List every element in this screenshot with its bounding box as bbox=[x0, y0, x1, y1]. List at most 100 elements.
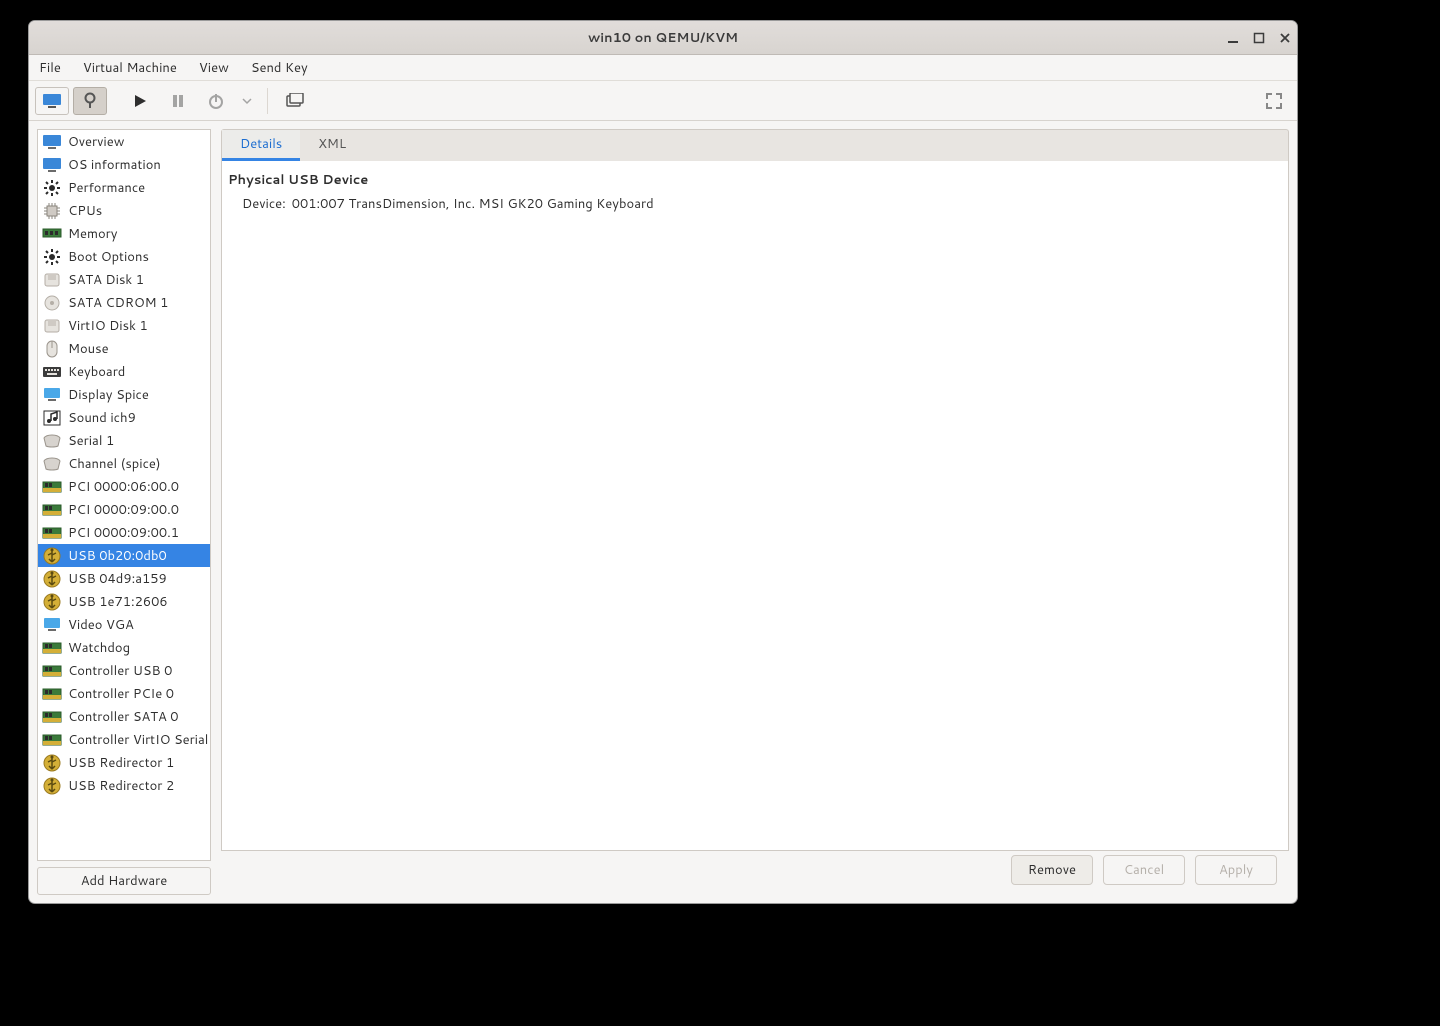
disk-icon bbox=[42, 271, 62, 289]
sidebar-item-label: Channel (spice) bbox=[68, 455, 161, 473]
sidebar-item[interactable]: USB Redirector 1 bbox=[38, 751, 210, 774]
sidebar-item-label: Controller PCIe 0 bbox=[68, 685, 174, 703]
keyboard-icon bbox=[42, 363, 62, 381]
tab-xml[interactable]: XML bbox=[300, 130, 364, 161]
maximize-icon[interactable] bbox=[1253, 32, 1265, 44]
window-controls bbox=[1227, 21, 1291, 54]
sidebar-item[interactable]: Controller USB 0 bbox=[38, 659, 210, 682]
run-button[interactable] bbox=[123, 87, 157, 115]
sidebar-item-label: PCI 0000:09:00.0 bbox=[68, 501, 179, 519]
disk-icon bbox=[42, 317, 62, 335]
sidebar-item[interactable]: USB 1e71:2606 bbox=[38, 590, 210, 613]
sidebar-item[interactable]: Watchdog bbox=[38, 636, 210, 659]
sidebar-item[interactable]: Sound ich9 bbox=[38, 406, 210, 429]
monitor-blue-icon bbox=[42, 133, 62, 151]
sidebar-item[interactable]: PCI 0000:09:00.0 bbox=[38, 498, 210, 521]
sidebar-item[interactable]: Channel (spice) bbox=[38, 452, 210, 475]
menu-file[interactable]: File bbox=[35, 56, 65, 80]
sidebar-item-label: SATA Disk 1 bbox=[68, 271, 144, 289]
fullscreen-button[interactable] bbox=[1257, 87, 1291, 115]
console-view-button[interactable] bbox=[35, 87, 69, 115]
sound-icon bbox=[42, 409, 62, 427]
sidebar-item[interactable]: Video VGA bbox=[38, 613, 210, 636]
serial-icon bbox=[42, 432, 62, 450]
monitor-mini-icon bbox=[42, 616, 62, 634]
sidebar-item[interactable]: Performance bbox=[38, 176, 210, 199]
mouse-icon bbox=[42, 340, 62, 358]
sidebar-item[interactable]: USB 0b20:0db0 bbox=[38, 544, 210, 567]
sidebar-item[interactable]: Keyboard bbox=[38, 360, 210, 383]
device-value: 001:007 TransDimension, Inc. MSI GK20 Ga… bbox=[292, 195, 654, 213]
sidebar-item[interactable]: Serial 1 bbox=[38, 429, 210, 452]
monitor-mini-icon bbox=[42, 386, 62, 404]
gear-icon bbox=[42, 179, 62, 197]
serial-icon bbox=[42, 455, 62, 473]
sidebar-item[interactable]: SATA Disk 1 bbox=[38, 268, 210, 291]
minimize-icon[interactable] bbox=[1227, 32, 1239, 44]
sidebar-item[interactable]: PCI 0000:06:00.0 bbox=[38, 475, 210, 498]
snapshots-button[interactable] bbox=[278, 87, 312, 115]
sidebar-item[interactable]: OS information bbox=[38, 153, 210, 176]
card-icon bbox=[42, 639, 62, 657]
sidebar-item-label: VirtIO Disk 1 bbox=[68, 317, 148, 335]
shutdown-menu-button[interactable] bbox=[237, 87, 257, 115]
pause-button[interactable] bbox=[161, 87, 195, 115]
sidebar-item-label: Mouse bbox=[68, 340, 109, 358]
sidebar-item[interactable]: Memory bbox=[38, 222, 210, 245]
add-hardware-label: Add Hardware bbox=[81, 872, 168, 890]
menu-view[interactable]: View bbox=[195, 56, 233, 80]
tab-details[interactable]: Details bbox=[222, 130, 300, 161]
sidebar-item[interactable]: Controller VirtIO Serial 0 bbox=[38, 728, 210, 751]
sidebar-item-label: Overview bbox=[68, 133, 124, 151]
sidebar-item[interactable]: USB 04d9:a159 bbox=[38, 567, 210, 590]
sidebar-item-label: USB 0b20:0db0 bbox=[68, 547, 167, 565]
card-icon bbox=[42, 708, 62, 726]
hardware-sidebar[interactable]: Overview OS information PerformanceCPUsMem… bbox=[37, 129, 211, 861]
footer: Remove Cancel Apply bbox=[221, 851, 1289, 895]
cancel-button[interactable]: Cancel bbox=[1103, 855, 1185, 885]
close-icon[interactable] bbox=[1279, 32, 1291, 44]
sidebar-item-label: OS information bbox=[68, 156, 161, 174]
sidebar-item-label: PCI 0000:09:00.1 bbox=[68, 524, 179, 542]
main-panel: Details XML Physical USB Device Device: … bbox=[221, 129, 1289, 895]
sidebar-item-label: USB Redirector 2 bbox=[68, 777, 174, 795]
usb-icon bbox=[42, 547, 62, 565]
section-heading: Physical USB Device bbox=[228, 171, 1282, 189]
sidebar-item[interactable]: Boot Options bbox=[38, 245, 210, 268]
sidebar-item[interactable]: Mouse bbox=[38, 337, 210, 360]
sidebar-item-label: Video VGA bbox=[68, 616, 134, 634]
card-icon bbox=[42, 685, 62, 703]
sidebar-item[interactable]: Controller SATA 0 bbox=[38, 705, 210, 728]
details-view-button[interactable] bbox=[73, 87, 107, 115]
add-hardware-button[interactable]: Add Hardware bbox=[37, 867, 211, 895]
usb-icon bbox=[42, 754, 62, 772]
sidebar-item[interactable]: Display Spice bbox=[38, 383, 210, 406]
usb-icon bbox=[42, 777, 62, 795]
sidebar-item[interactable]: PCI 0000:09:00.1 bbox=[38, 521, 210, 544]
sidebar-item[interactable]: SATA CDROM 1 bbox=[38, 291, 210, 314]
sidebar-item[interactable]: VirtIO Disk 1 bbox=[38, 314, 210, 337]
menu-vm[interactable]: Virtual Machine bbox=[79, 56, 181, 80]
vm-details-window: win10 on QEMU/KVM File Virtual Machine V… bbox=[28, 20, 1298, 904]
tabbar: Details XML bbox=[221, 129, 1289, 161]
titlebar: win10 on QEMU/KVM bbox=[29, 21, 1297, 55]
remove-button[interactable]: Remove bbox=[1011, 855, 1093, 885]
sidebar-item-label: USB Redirector 1 bbox=[68, 754, 174, 772]
card-icon bbox=[42, 478, 62, 496]
sidebar-item[interactable]: CPUs bbox=[38, 199, 210, 222]
toolbar-separator bbox=[267, 88, 268, 114]
menu-sendkey[interactable]: Send Key bbox=[247, 56, 312, 80]
sidebar-item-label: Sound ich9 bbox=[68, 409, 136, 427]
shutdown-button[interactable] bbox=[199, 87, 233, 115]
sidebar-item-label: SATA CDROM 1 bbox=[68, 294, 168, 312]
sidebar-item-label: Controller SATA 0 bbox=[68, 708, 179, 726]
sidebar-item[interactable]: USB Redirector 2 bbox=[38, 774, 210, 797]
apply-button[interactable]: Apply bbox=[1195, 855, 1277, 885]
sidebar-item-label: PCI 0000:06:00.0 bbox=[68, 478, 179, 496]
sidebar-item[interactable]: Controller PCIe 0 bbox=[38, 682, 210, 705]
menubar: File Virtual Machine View Send Key bbox=[29, 55, 1297, 81]
sidebar-item[interactable]: Overview bbox=[38, 130, 210, 153]
cdrom-icon bbox=[42, 294, 62, 312]
usb-icon bbox=[42, 570, 62, 588]
card-icon bbox=[42, 731, 62, 749]
